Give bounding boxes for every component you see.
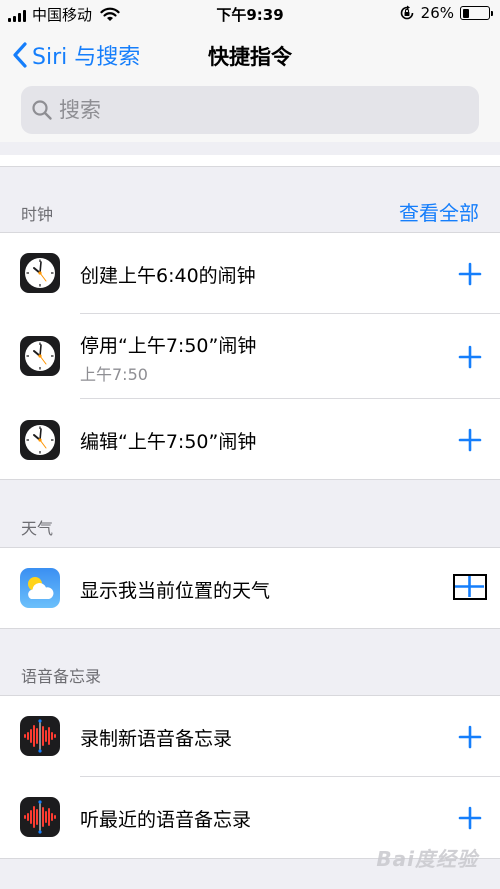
clock-app-icon <box>20 336 60 376</box>
status-bar: 中国移动 下午9:39 26% <box>0 0 500 28</box>
back-button[interactable]: Siri 与搜索 <box>10 39 140 71</box>
weather-app-icon <box>20 568 60 608</box>
voice-memos-app-icon <box>20 716 60 756</box>
shortcut-title: 编辑“上午7:50”闹钟 <box>80 431 257 453</box>
shortcut-title: 创建上午6:40的闹钟 <box>80 265 256 287</box>
list-item-show-weather[interactable]: 显示我当前位置的天气 <box>0 548 500 628</box>
shortcut-title: 显示我当前位置的天气 <box>80 580 271 602</box>
list-item-disable-alarm[interactable]: 停用“上午7:50”闹钟 上午7:50 <box>0 314 500 399</box>
plus-icon[interactable] <box>458 345 482 369</box>
shortcut-title: 听最近的语音备忘录 <box>80 809 252 831</box>
section-header-voice-memos: 语音备忘录 <box>0 629 500 695</box>
section-title: 天气 <box>21 519 54 538</box>
shortcut-title: 停用“上午7:50”闹钟 <box>80 335 257 357</box>
back-button-label: Siri 与搜索 <box>32 45 141 70</box>
search-container <box>0 80 500 142</box>
plus-icon[interactable] <box>458 725 482 749</box>
list-item-record-memo[interactable]: 录制新语音备忘录 <box>0 696 500 777</box>
search-icon <box>32 100 52 120</box>
clock-app-icon <box>20 253 60 293</box>
clock-app-icon <box>20 420 60 460</box>
section-title: 语音备忘录 <box>21 667 102 686</box>
chevron-left-icon <box>13 42 27 68</box>
voice-memos-app-icon <box>20 797 60 837</box>
battery-icon <box>460 6 493 20</box>
status-right: 26% <box>399 4 493 22</box>
navigation-bar: Siri 与搜索 快捷指令 <box>0 28 500 80</box>
weather-shortcuts-list: 显示我当前位置的天气 <box>0 547 500 629</box>
see-all-link[interactable]: 查看全部 <box>399 197 479 226</box>
focused-add-button[interactable] <box>453 574 487 600</box>
list-item-create-alarm[interactable]: 创建上午6:40的闹钟 <box>0 233 500 314</box>
watermark: Bai度经验 <box>376 847 478 871</box>
section-header-clock: 时钟 查看全部 <box>0 168 500 232</box>
plus-icon <box>455 576 484 597</box>
plus-icon[interactable] <box>458 428 482 452</box>
section-header-weather: 天气 <box>0 481 500 547</box>
battery-fill <box>462 8 469 18</box>
plus-icon[interactable] <box>458 806 482 830</box>
shortcut-title: 录制新语音备忘录 <box>80 728 233 750</box>
search-input[interactable] <box>59 98 439 122</box>
battery-percent: 26% <box>420 4 454 22</box>
list-item-edit-alarm[interactable]: 编辑“上午7:50”闹钟 <box>0 399 500 481</box>
search-field[interactable] <box>21 86 479 134</box>
shortcut-subtitle: 上午7:50 <box>80 365 148 384</box>
voice-memos-shortcuts-list: 录制新语音备忘录 听最近的语音备忘录 <box>0 695 500 859</box>
header-divider <box>0 155 500 167</box>
plus-icon[interactable] <box>458 262 482 286</box>
clock-shortcuts-list: 创建上午6:40的闹钟 停用“上午7:50”闹钟 上午7:50 编辑“上午7:5… <box>0 232 500 480</box>
lock-rotation-icon <box>400 5 413 20</box>
section-title: 时钟 <box>21 205 54 224</box>
